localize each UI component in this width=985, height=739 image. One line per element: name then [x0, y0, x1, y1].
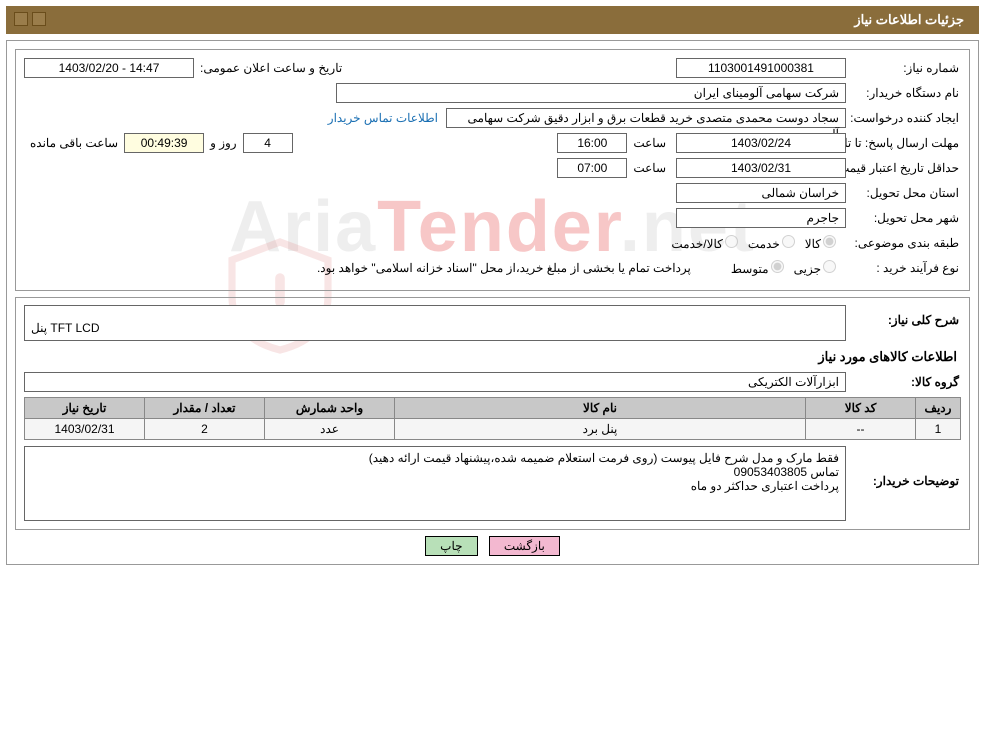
label-buyer-notes: توضیحات خریدار: [846, 446, 961, 521]
th-name: نام کالا [395, 398, 806, 419]
need-goods-frame: شرح کلی نیاز: پنل TFT LCD اطلاعات کالاها… [15, 297, 970, 530]
header-icons [14, 12, 46, 29]
value-province: خراسان شمالی [676, 183, 846, 203]
goods-table: ردیف کد کالا نام کالا واحد شمارش تعداد /… [24, 397, 961, 440]
radio-medium-label: متوسط [731, 260, 784, 276]
label-category: طبقه بندی موضوعی: [846, 236, 961, 250]
radio-service-label: خدمت [748, 235, 795, 251]
radio-medium [771, 260, 784, 273]
value-remain-time: 00:49:39 [124, 133, 204, 153]
label-announce-dt: تاریخ و ساعت اعلان عمومی: [194, 61, 344, 75]
radio-goods-service-label: کالا/خدمت [671, 235, 737, 251]
td-row: 1 [916, 419, 961, 440]
label-goods-group: گروه کالا: [846, 375, 961, 389]
label-hours-remain: ساعت باقی مانده [24, 136, 124, 150]
value-buyer-notes [24, 446, 846, 521]
button-bar: چاپ بازگشت [15, 536, 970, 556]
value-reply-hour: 16:00 [557, 133, 627, 153]
page-title-bar: جزئیات اطلاعات نیاز [6, 6, 979, 34]
th-code: کد کالا [806, 398, 916, 419]
td-qty: 2 [145, 419, 265, 440]
label-province: استان محل تحویل: [846, 186, 961, 200]
label-city: شهر محل تحویل: [846, 211, 961, 225]
value-goods-group: ابزارآلات الکتریکی [24, 372, 846, 392]
label-purchase-type: نوع فرآیند خرید : [846, 261, 961, 275]
goods-info-title: اطلاعات کالاهای مورد نیاز [28, 349, 957, 365]
td-name: پنل برد [395, 419, 806, 440]
back-button[interactable]: بازگشت [489, 536, 560, 556]
collapse-icon[interactable] [14, 12, 28, 26]
radio-goods [823, 235, 836, 248]
th-need-date: تاریخ نیاز [25, 398, 145, 419]
td-need-date: 1403/02/31 [25, 419, 145, 440]
value-requester: سجاد دوست محمدی متصدی خرید قطعات برق و ا… [446, 108, 846, 128]
table-row: 1 -- پنل برد عدد 2 1403/02/31 [25, 419, 961, 440]
buyer-contact-link[interactable]: اطلاعات تماس خریدار [328, 111, 438, 125]
label-hour-1: ساعت [627, 136, 668, 150]
label-need-summary: شرح کلی نیاز: [846, 305, 961, 327]
value-announce-dt: 1403/02/20 - 14:47 [24, 58, 194, 78]
value-remain-days: 4 [243, 133, 293, 153]
label-days-and: روز و [204, 136, 243, 150]
value-reply-date: 1403/02/24 [676, 133, 846, 153]
radio-goods-service [725, 235, 738, 248]
payment-note: پرداخت تمام یا بخشی از مبلغ خرید،از محل … [317, 261, 691, 275]
th-row: ردیف [916, 398, 961, 419]
label-price-valid: حداقل تاریخ اعتبار قیمت: تا تاریخ: [846, 162, 961, 174]
td-unit: عدد [265, 419, 395, 440]
th-unit: واحد شمارش [265, 398, 395, 419]
main-content-frame: شماره نیاز: 1103001491000381 تاریخ و ساع… [6, 40, 979, 565]
value-buyer-org: شرکت سهامی آلومینای ایران [336, 83, 846, 103]
radio-partial-label: جزیی [794, 260, 836, 276]
value-city: جاجرم [676, 208, 846, 228]
radio-partial [823, 260, 836, 273]
label-reply-deadline: مهلت ارسال پاسخ: تا تاریخ: [846, 137, 961, 149]
label-buyer-org: نام دستگاه خریدار: [846, 86, 961, 100]
label-requester: ایجاد کننده درخواست: [846, 111, 961, 125]
label-need-no: شماره نیاز: [846, 61, 961, 75]
help-icon[interactable] [32, 12, 46, 26]
th-qty: تعداد / مقدار [145, 398, 265, 419]
value-price-valid-date: 1403/02/31 [676, 158, 846, 178]
page-title: جزئیات اطلاعات نیاز [854, 12, 964, 27]
value-need-summary: پنل TFT LCD [24, 305, 846, 341]
radio-goods-label: کالا [805, 235, 836, 251]
value-need-no: 1103001491000381 [676, 58, 846, 78]
radio-service [782, 235, 795, 248]
print-button[interactable]: چاپ [425, 536, 477, 556]
need-details-frame: شماره نیاز: 1103001491000381 تاریخ و ساع… [15, 49, 970, 291]
label-hour-2: ساعت [627, 161, 668, 175]
td-code: -- [806, 419, 916, 440]
value-price-valid-hour: 07:00 [557, 158, 627, 178]
